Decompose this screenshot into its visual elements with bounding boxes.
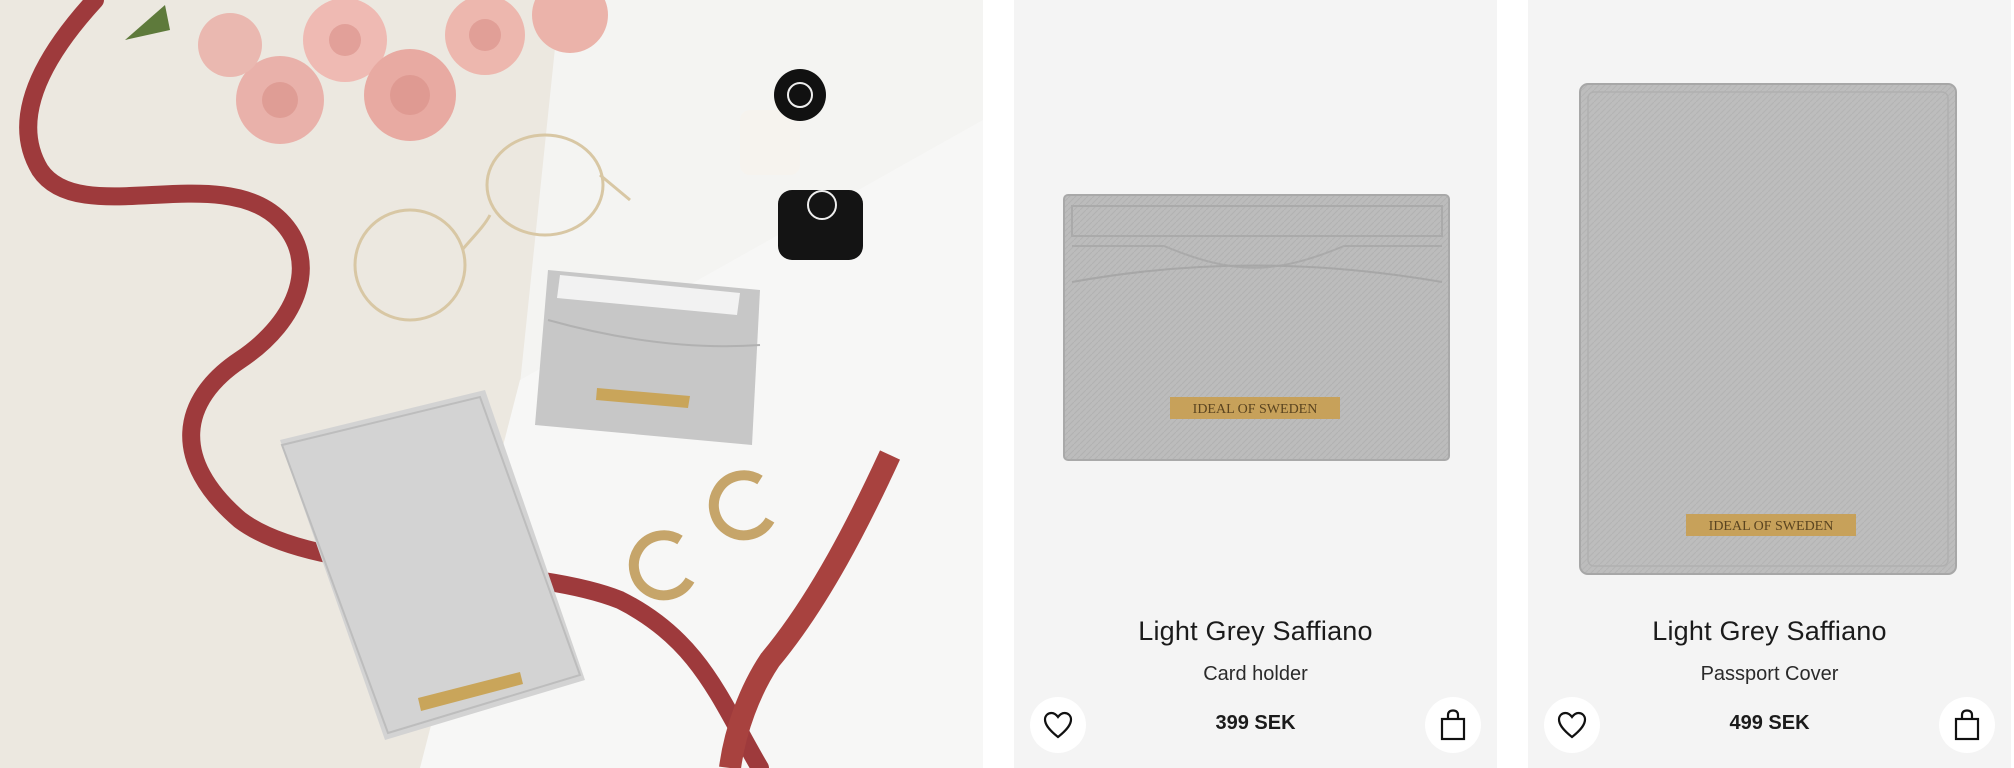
product-card[interactable]: IDEAL OF SWEDEN Light Grey Saffiano Card…: [1014, 0, 1497, 768]
product-subtitle: Card holder: [1203, 663, 1308, 685]
favorite-button[interactable]: [1544, 697, 1600, 753]
passport-cover-illustration: IDEAL OF SWEDEN: [1579, 83, 1957, 575]
product-card[interactable]: IDEAL OF SWEDEN Light Grey Saffiano Pass…: [1528, 0, 2011, 768]
brand-plate-text: IDEAL OF SWEDEN: [1193, 402, 1318, 417]
heart-outline-icon: [1043, 711, 1073, 739]
product-title[interactable]: Light Grey Saffiano: [1014, 616, 1497, 647]
product-image[interactable]: IDEAL OF SWEDEN: [1014, 0, 1497, 600]
lifestyle-image: [0, 0, 983, 768]
add-to-cart-button[interactable]: [1425, 697, 1481, 753]
card-holder-photo: [535, 270, 761, 445]
favorite-button[interactable]: [1030, 697, 1086, 753]
add-to-cart-button[interactable]: [1939, 697, 1995, 753]
shopping-bag-icon: [1440, 709, 1466, 741]
shopping-bag-icon: [1954, 709, 1980, 741]
product-image[interactable]: IDEAL OF SWEDEN: [1528, 0, 2011, 600]
product-subtitle: Passport Cover: [1700, 663, 1839, 685]
brand-plate-text: IDEAL OF SWEDEN: [1709, 519, 1834, 534]
product-title[interactable]: Light Grey Saffiano: [1528, 616, 2011, 647]
lifestyle-illustration: [0, 0, 983, 768]
heart-outline-icon: [1557, 711, 1587, 739]
card-holder-illustration: IDEAL OF SWEDEN: [1063, 194, 1450, 461]
